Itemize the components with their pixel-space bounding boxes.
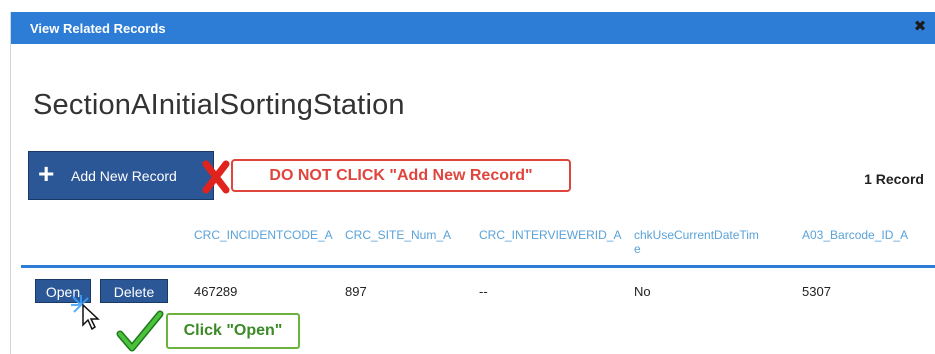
column-header-site-num[interactable]: CRC_SITE_Num_A: [345, 228, 451, 242]
cell-incidentcode: 467289: [194, 284, 238, 299]
record-count: 1 Record: [864, 171, 924, 187]
column-header-incidentcode[interactable]: CRC_INCIDENTCODE_A: [194, 228, 333, 242]
delete-button[interactable]: Delete: [100, 279, 168, 303]
mouse-cursor-icon: [71, 295, 100, 331]
add-new-record-button[interactable]: + Add New Record: [28, 151, 214, 200]
dialog-title: View Related Records: [30, 21, 166, 36]
warning-callout: DO NOT CLICK "Add New Record": [231, 159, 571, 192]
red-x-icon: [202, 160, 230, 194]
green-check-icon: [116, 310, 164, 352]
column-header-line-2: e: [634, 242, 641, 256]
close-icon[interactable]: ✖: [912, 19, 928, 35]
column-header-line-1: chkUseCurrentDateTim: [634, 228, 759, 242]
table-header-divider: [21, 265, 935, 268]
plus-icon: +: [38, 158, 55, 189]
open-tip-callout: Click "Open": [166, 313, 300, 349]
add-new-record-label: Add New Record: [71, 168, 177, 184]
cell-use-current-datetime: No: [634, 284, 651, 299]
related-records-dialog: View Related Records ✖ SectionAInitialSo…: [10, 12, 935, 354]
column-header-interviewerid[interactable]: CRC_INTERVIEWERID_A: [479, 228, 621, 242]
cell-interviewerid: --: [479, 284, 488, 299]
cell-site-num: 897: [345, 284, 367, 299]
cell-barcode-id: 5307: [802, 284, 831, 299]
column-header-barcode-id[interactable]: A03_Barcode_ID_A: [802, 228, 908, 242]
dialog-titlebar: View Related Records ✖: [11, 12, 935, 44]
page-title: SectionAInitialSortingStation: [33, 89, 405, 121]
column-header-use-current-datetime[interactable]: chkUseCurrentDateTim e: [634, 228, 759, 256]
